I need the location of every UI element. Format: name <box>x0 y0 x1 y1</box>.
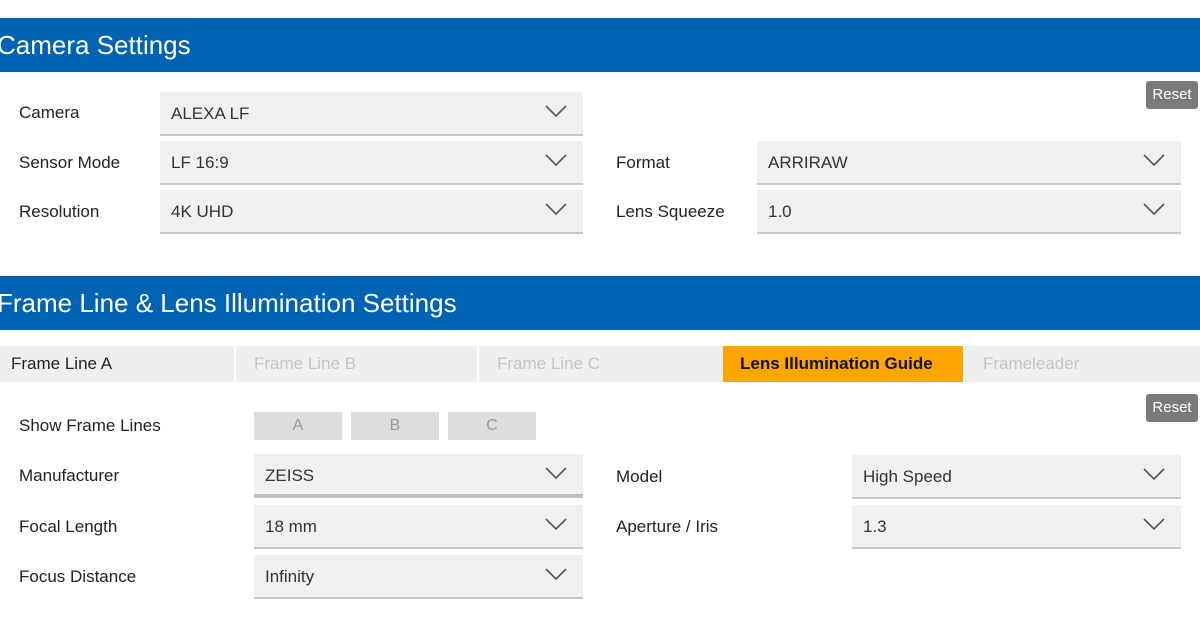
manufacturer-value: ZEISS <box>265 466 315 485</box>
focus-distance-value: Infinity <box>265 567 315 586</box>
model-label: Model <box>616 467 663 486</box>
chevron-down-icon <box>545 568 567 581</box>
camera-value: ALEXA LF <box>171 104 250 123</box>
format-select[interactable]: ARRIRAW <box>757 141 1181 185</box>
aperture-select[interactable]: 1.3 <box>852 505 1181 549</box>
sensor-mode-select[interactable]: LF 16:9 <box>160 141 583 185</box>
show-frame-lines-label: Show Frame Lines <box>19 416 161 435</box>
chevron-down-icon <box>1143 154 1165 167</box>
lens-squeeze-value: 1.0 <box>768 202 792 221</box>
chevron-down-icon <box>1143 518 1165 531</box>
aperture-label: Aperture / Iris <box>616 517 719 536</box>
focal-length-label: Focal Length <box>19 517 118 536</box>
resolution-label: Resolution <box>19 202 100 221</box>
format-label: Format <box>616 153 670 172</box>
tab-divider <box>963 346 965 382</box>
lens-squeeze-label: Lens Squeeze <box>616 202 725 221</box>
chevron-down-icon <box>1143 468 1165 481</box>
camera-select[interactable]: ALEXA LF <box>160 92 583 136</box>
frame-tabs: Frame Line A Frame Line B Frame Line C L… <box>0 346 1200 382</box>
frame-settings-header: Frame Line & Lens Illumination Settings <box>0 276 1200 330</box>
chevron-down-icon <box>545 203 567 216</box>
chevron-down-icon <box>545 518 567 531</box>
tab-lens-illumination-guide[interactable]: Lens Illumination Guide <box>723 346 963 382</box>
format-value: ARRIRAW <box>768 153 848 172</box>
focus-distance-label: Focus Distance <box>19 567 137 586</box>
chevron-down-icon <box>545 154 567 167</box>
model-value: High Speed <box>863 467 952 486</box>
tab-frame-line-c[interactable]: Frame Line C <box>486 346 722 382</box>
focal-length-value: 18 mm <box>265 517 317 536</box>
camera-settings-header: Camera Settings <box>0 18 1200 72</box>
tab-divider <box>477 346 479 382</box>
chevron-down-icon <box>545 105 567 118</box>
chevron-down-icon <box>545 467 567 480</box>
model-select[interactable]: High Speed <box>852 455 1181 499</box>
frame-reset-button[interactable]: Reset <box>1146 394 1198 422</box>
tab-frame-line-a[interactable]: Frame Line A <box>0 346 234 382</box>
focus-distance-select[interactable]: Infinity <box>254 555 583 599</box>
focal-length-select[interactable]: 18 mm <box>254 505 583 549</box>
camera-label: Camera <box>19 103 80 122</box>
tab-divider <box>234 346 236 382</box>
frame-settings-title: Frame Line & Lens Illumination Settings <box>0 288 457 318</box>
frame-line-toggle-b[interactable]: B <box>351 412 439 440</box>
lens-squeeze-select[interactable]: 1.0 <box>757 190 1181 234</box>
sensor-mode-value: LF 16:9 <box>171 153 229 172</box>
manufacturer-label: Manufacturer <box>19 466 120 485</box>
camera-reset-button[interactable]: Reset <box>1146 81 1198 109</box>
sensor-mode-label: Sensor Mode <box>19 153 121 172</box>
camera-settings-title: Camera Settings <box>0 30 191 60</box>
aperture-value: 1.3 <box>863 517 887 536</box>
chevron-down-icon <box>1143 203 1165 216</box>
resolution-value: 4K UHD <box>171 202 234 221</box>
tab-frameleader[interactable]: Frameleader <box>972 346 1200 382</box>
frame-line-toggle-c[interactable]: C <box>448 412 536 440</box>
frame-line-toggle-a[interactable]: A <box>254 412 342 440</box>
manufacturer-select[interactable]: ZEISS <box>254 454 583 498</box>
resolution-select[interactable]: 4K UHD <box>160 190 583 234</box>
tab-frame-line-b[interactable]: Frame Line B <box>243 346 477 382</box>
